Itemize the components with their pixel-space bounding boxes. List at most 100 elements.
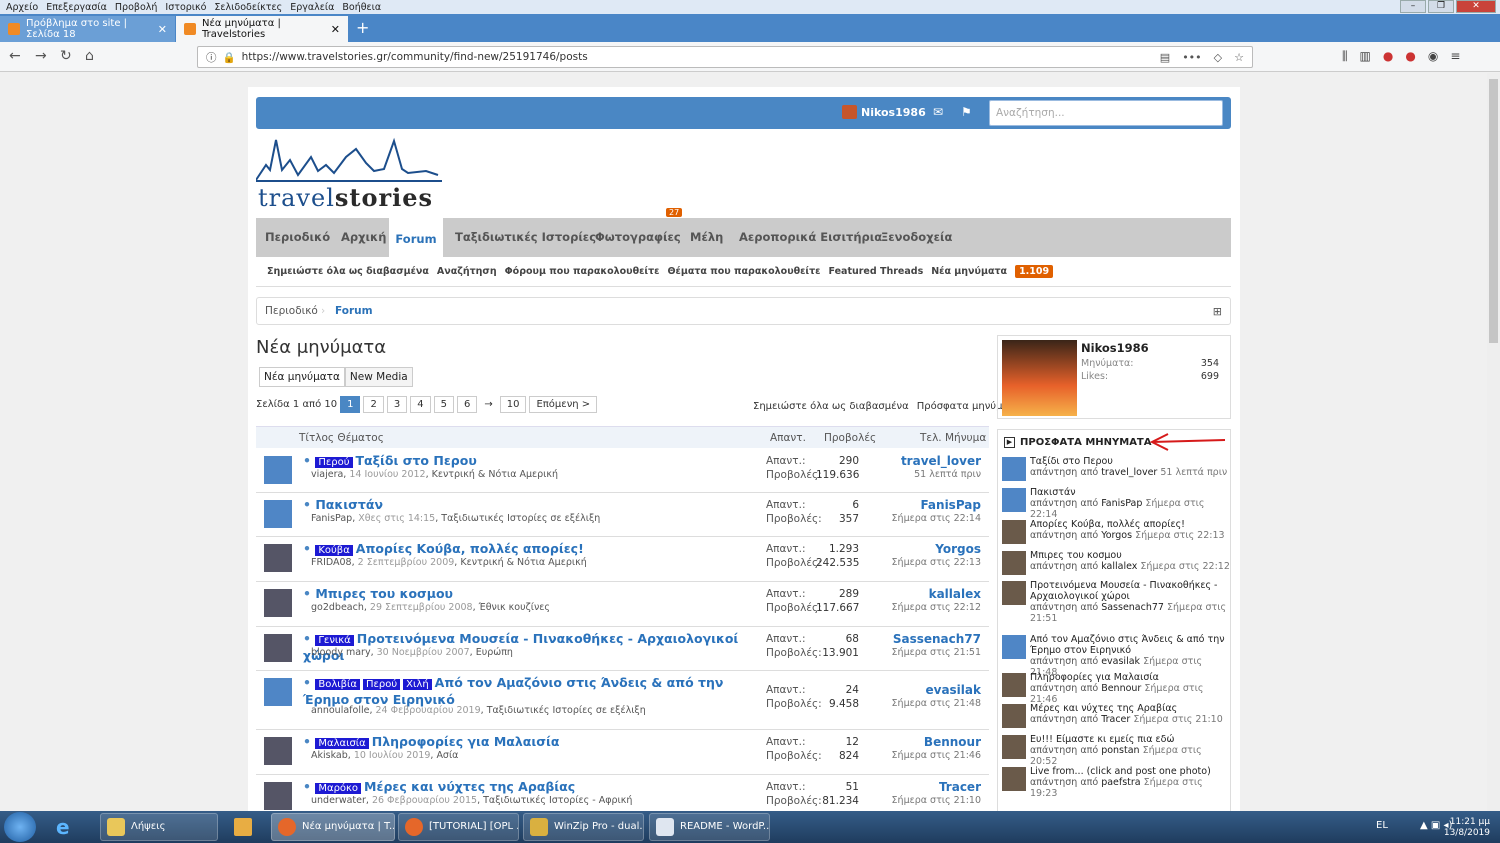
language-indicator[interactable]: EL — [1376, 820, 1388, 831]
thread-author[interactable]: viajera — [311, 469, 343, 480]
recent-post-avatar[interactable] — [1002, 488, 1026, 512]
reader-view-icon[interactable]: ▤ — [1160, 47, 1170, 69]
thread-prefix[interactable]: Μαρόκο — [315, 783, 362, 794]
thread-prefix[interactable]: Περού — [362, 679, 401, 690]
thread-prefix[interactable]: Μαλαισία — [315, 738, 369, 749]
recent-post-title[interactable]: Από τον Αμαζόνιο στις Άνδεις & από την Έ… — [1030, 634, 1230, 656]
recent-post-item[interactable]: Ταξίδι στο Περου απάντηση από travel_love… — [1002, 456, 1230, 481]
recent-post-item[interactable]: Προτεινόμενα Μουσεία - Πινακοθήκες - Αρχ… — [1002, 580, 1230, 624]
thread-forum[interactable]: Ταξιδιωτικές Ιστορίες σε εξέλιξη — [441, 513, 600, 524]
thread-prefix[interactable]: Γενικά — [315, 635, 354, 646]
thread-title[interactable]: Ταξίδι στο Περου — [356, 453, 477, 468]
thread-author[interactable]: FanisPap — [311, 513, 352, 524]
recent-post-title[interactable]: Απορίες Κούβα, πολλές απορίες! — [1030, 519, 1230, 530]
taskbar-wordpad[interactable]: README - WordP... — [649, 813, 770, 841]
recent-post-avatar[interactable] — [1002, 551, 1026, 575]
recent-post-avatar[interactable] — [1002, 704, 1026, 728]
recent-post-item[interactable]: Μπιρες του κοσμου απάντηση από kallalex Σ… — [1002, 550, 1230, 575]
col-replies[interactable]: Απαντ. — [770, 432, 806, 444]
reload-icon[interactable]: ↻ — [60, 48, 72, 64]
author-avatar[interactable] — [264, 737, 292, 765]
page-link[interactable]: 6 — [456, 396, 478, 413]
last-post-time[interactable]: Σήμερα στις 21:51 — [892, 646, 981, 660]
recent-post-item[interactable]: Μέρες και νύχτες της Αραβίας απάντηση από… — [1002, 703, 1230, 728]
subnav-item[interactable]: Featured Threads — [828, 266, 923, 277]
subnav-item[interactable]: Θέματα που παρακολουθείτε — [667, 266, 820, 277]
recent-post-item[interactable]: Πληροφορίες για Μαλαισία απάντηση από Ben… — [1002, 672, 1230, 705]
page-link[interactable]: 4 — [410, 396, 431, 413]
maximize-button[interactable]: ❐ — [1428, 0, 1454, 13]
taskbar-winzip[interactable]: WinZip Pro - dual... — [523, 813, 644, 841]
menu-item[interactable]: Επεξεργασία — [46, 2, 107, 13]
last-post-user[interactable]: kallalex — [892, 587, 981, 601]
subnav-item[interactable]: Φόρουμ που παρακολουθείτε — [505, 266, 660, 277]
col-title[interactable]: Τίτλος Θέματος — [299, 432, 384, 444]
author-avatar[interactable] — [264, 544, 292, 572]
recent-post-title[interactable]: Ευ!!! Είμαστε κι εμείς πια εδώ — [1030, 734, 1230, 745]
start-button[interactable] — [4, 812, 36, 842]
recent-post-title[interactable]: Πληροφορίες για Μαλαισία — [1030, 672, 1230, 683]
page-link[interactable]: 1 — [340, 396, 361, 413]
author-avatar[interactable] — [264, 589, 292, 617]
menu-item[interactable]: Αρχείο — [6, 2, 38, 13]
last-post-user[interactable]: Bennour — [892, 735, 981, 749]
thread-title[interactable]: Πληροφορίες για Μαλαισία — [372, 734, 560, 749]
menu-item[interactable]: Εργαλεία — [290, 2, 334, 13]
author-avatar[interactable] — [264, 634, 292, 662]
last-post-time[interactable]: 51 λεπτά πριν — [901, 468, 981, 482]
internet-explorer-icon[interactable]: e — [56, 815, 70, 839]
recent-post-user[interactable]: Bennour — [1101, 683, 1141, 694]
recent-post-user[interactable]: Yorgos — [1101, 530, 1132, 541]
recent-post-title[interactable]: Προτεινόμενα Μουσεία - Πινακοθήκες - Αρχ… — [1030, 580, 1230, 602]
taskbar-firefox-tutorial[interactable]: [TUTORIAL] [OPL ... — [398, 813, 519, 841]
thread-title[interactable]: Πακιστάν — [315, 497, 383, 512]
recent-post-avatar[interactable] — [1002, 673, 1026, 697]
search-input[interactable]: Αναζήτηση... — [989, 100, 1223, 126]
last-post-user[interactable]: Sassenach77 — [892, 632, 981, 646]
menu-icon[interactable]: ≡ — [1450, 49, 1460, 64]
thread-title[interactable]: Μπιρες του κοσμου — [315, 586, 453, 601]
tab-new-messages[interactable]: Νέα μηνύματα | Travelstories ✕ — [176, 16, 348, 42]
recent-post-item[interactable]: Ευ!!! Είμαστε κι εμείς πια εδώ απάντηση α… — [1002, 734, 1230, 767]
thread-author[interactable]: annoulafolle — [311, 705, 369, 716]
last-post-user[interactable]: evasilak — [892, 683, 981, 697]
breadcrumb-periodiko[interactable]: Περιοδικό — [265, 305, 318, 317]
thread-author[interactable]: go2dbeach — [311, 602, 364, 613]
address-bar[interactable]: ⓘ 🔒 https://www.travelstories.gr/communi… — [197, 46, 1253, 68]
recent-post-title[interactable]: Live from... (click and post one photo) — [1030, 766, 1230, 777]
recent-post-title[interactable]: Ταξίδι στο Περου — [1030, 456, 1230, 467]
media-player-icon[interactable] — [234, 818, 252, 836]
thread-row[interactable]: • Βολιβία Περού Χιλή Από τον Αμαζόνιο στις … — [256, 671, 989, 730]
thread-author[interactable]: FRIDA08 — [311, 557, 352, 568]
back-icon[interactable]: ← — [9, 48, 21, 64]
thread-forum[interactable]: Ταξιδιωτικές Ιστορίες - Αφρική — [483, 795, 632, 806]
recent-post-item[interactable]: Live from... (click and post one photo) α… — [1002, 766, 1230, 799]
last-post-time[interactable]: Σήμερα στις 21:46 — [892, 749, 981, 763]
recent-post-avatar[interactable] — [1002, 457, 1026, 481]
sitemap-icon[interactable]: ⊞ — [1213, 305, 1222, 318]
site-logo[interactable]: travelstories — [255, 135, 446, 213]
recent-post-user[interactable]: travel_lover — [1101, 467, 1157, 478]
recent-post-user[interactable]: Sassenach77 — [1101, 602, 1164, 613]
author-avatar[interactable] — [264, 500, 292, 528]
thread-row[interactable]: • Κούβα Απορίες Κούβα, πολλές απορίες! FRI… — [256, 537, 989, 582]
last-post-user[interactable]: Tracer — [892, 780, 981, 794]
taskbar-downloads[interactable]: Λήψεις — [100, 813, 218, 841]
page-link[interactable]: 5 — [433, 396, 454, 413]
thread-prefix[interactable]: Χιλή — [403, 679, 432, 690]
subnav-item[interactable]: Σημειώστε όλα ως διαβασμένα — [267, 266, 429, 277]
thread-row[interactable]: • Μπιρες του κοσμου go2dbeach, 29 Σεπτεμβ… — [256, 582, 989, 627]
page-link[interactable]: 2 — [363, 396, 384, 413]
thread-author[interactable]: bloody mary — [311, 647, 371, 658]
nav-travel-stories[interactable]: Ταξιδιωτικές Ιστορίες — [455, 218, 596, 257]
thread-row[interactable]: • Περού Ταξίδι στο Περου viajera, 14 Ιουνί… — [256, 449, 989, 493]
taskbar-firefox-new-messages[interactable]: Νέα μηνύματα | T... — [271, 813, 395, 841]
nav-flights[interactable]: Αεροπορικά Εισιτήρια — [739, 218, 882, 257]
thread-forum[interactable]: Έθνικ κουζίνες — [479, 602, 550, 613]
next-page-link[interactable]: Επόμενη > — [529, 396, 598, 413]
minimize-button[interactable]: – — [1400, 0, 1426, 13]
col-views[interactable]: Προβολές — [824, 432, 876, 444]
last-post-time[interactable]: Σήμερα στις 22:13 — [892, 556, 981, 570]
last-post-time[interactable]: Σήμερα στις 22:12 — [892, 601, 981, 615]
page-actions-icon[interactable]: ••• — [1182, 47, 1201, 69]
